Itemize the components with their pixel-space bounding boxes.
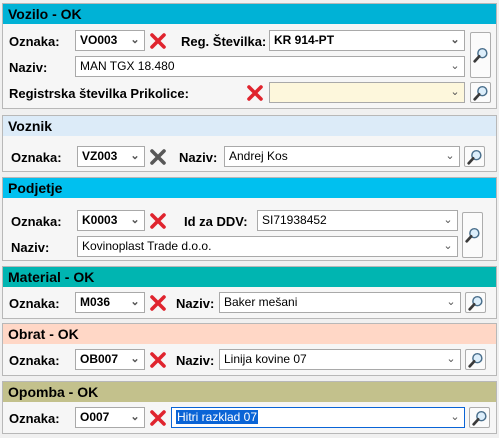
clear-x-icon[interactable] bbox=[149, 351, 167, 369]
chevron-down-icon[interactable]: ⌄ bbox=[441, 237, 455, 256]
vozilo-reg-value: KR 914-PT bbox=[274, 33, 335, 47]
vozilo-naziv-combo[interactable]: MAN TGX 18.480 ⌄ bbox=[75, 56, 465, 77]
search-icon bbox=[471, 409, 489, 427]
obrat-oznaka-label: Oznaka: bbox=[9, 353, 60, 368]
vozilo-oznaka-combo[interactable]: VO003 ⌄ bbox=[75, 30, 145, 51]
material-naziv-value: Baker mešani bbox=[224, 295, 298, 309]
material-naziv-combo[interactable]: Baker mešani ⌄ bbox=[219, 292, 461, 313]
podjetje-oznaka-combo[interactable]: K0003 ⌄ bbox=[77, 210, 145, 231]
prikolica-search-button[interactable] bbox=[470, 82, 491, 103]
vozilo-oznaka-value: VO003 bbox=[80, 33, 118, 47]
opomba-oznaka-value: O007 bbox=[80, 410, 110, 424]
chevron-down-icon[interactable]: ⌄ bbox=[128, 211, 142, 230]
podjetje-section: Podjetje Oznaka: K0003 ⌄ Id za DDV: SI71… bbox=[2, 177, 497, 261]
podjetje-search-button[interactable] bbox=[462, 212, 483, 258]
search-icon bbox=[464, 226, 482, 244]
clear-x-icon[interactable] bbox=[149, 409, 167, 427]
opomba-oznaka-combo[interactable]: O007 ⌄ bbox=[75, 407, 145, 428]
voznik-search-button[interactable] bbox=[464, 146, 485, 167]
chevron-down-icon[interactable]: ⌄ bbox=[128, 31, 142, 50]
vozilo-header: Vozilo - OK bbox=[3, 4, 496, 24]
material-oznaka-combo[interactable]: M036 ⌄ bbox=[75, 292, 145, 313]
podjetje-oznaka-label: Oznaka: bbox=[11, 214, 62, 229]
material-search-button[interactable] bbox=[465, 292, 486, 313]
chevron-down-icon[interactable]: ⌄ bbox=[128, 350, 142, 369]
chevron-down-icon[interactable]: ⌄ bbox=[448, 408, 462, 427]
voznik-header: Voznik bbox=[3, 116, 496, 136]
chevron-down-icon[interactable]: ⌄ bbox=[128, 293, 142, 312]
clear-x-icon[interactable] bbox=[246, 84, 264, 102]
obrat-header: Obrat - OK bbox=[3, 324, 496, 344]
podjetje-header: Podjetje bbox=[3, 178, 496, 198]
voznik-oznaka-label: Oznaka: bbox=[11, 150, 62, 165]
obrat-section: Obrat - OK Oznaka: OB007 ⌄ Naziv: Linija… bbox=[2, 323, 497, 376]
chevron-down-icon[interactable]: ⌄ bbox=[443, 147, 457, 166]
search-icon bbox=[466, 148, 484, 166]
chevron-down-icon[interactable]: ⌄ bbox=[441, 211, 455, 230]
clear-x-icon[interactable] bbox=[149, 212, 167, 230]
clear-x-icon[interactable] bbox=[149, 32, 167, 50]
material-oznaka-label: Oznaka: bbox=[9, 296, 60, 311]
podjetje-ddv-label: Id za DDV: bbox=[184, 214, 248, 229]
opomba-text-value[interactable]: Hitri razklad 07 bbox=[176, 410, 259, 424]
material-oznaka-value: M036 bbox=[80, 295, 111, 309]
vozilo-reg-label: Reg. Številka: bbox=[181, 34, 267, 49]
podjetje-naziv-value: Kovinoplast Trade d.o.o. bbox=[82, 239, 212, 253]
vozilo-reg-combo[interactable]: KR 914-PT ⌄ bbox=[269, 30, 465, 51]
opomba-section: Opomba - OK Oznaka: O007 ⌄ Hitri razklad… bbox=[2, 381, 497, 434]
podjetje-ddv-value: SI71938452 bbox=[262, 213, 327, 227]
podjetje-ddv-combo[interactable]: SI71938452 ⌄ bbox=[257, 210, 458, 231]
obrat-search-button[interactable] bbox=[465, 349, 486, 370]
chevron-down-icon[interactable]: ⌄ bbox=[128, 408, 142, 427]
opomba-oznaka-label: Oznaka: bbox=[9, 411, 60, 426]
search-icon bbox=[472, 84, 490, 102]
material-naziv-label: Naziv: bbox=[176, 296, 215, 311]
clear-x-icon[interactable] bbox=[149, 148, 167, 166]
obrat-oznaka-combo[interactable]: OB007 ⌄ bbox=[75, 349, 145, 370]
obrat-naziv-value: Linija kovine 07 bbox=[224, 352, 307, 366]
voznik-section: Voznik Oznaka: VZ003 ⌄ Naziv: Andrej Kos… bbox=[2, 115, 497, 172]
chevron-down-icon[interactable]: ⌄ bbox=[444, 350, 458, 369]
voznik-naziv-combo[interactable]: Andrej Kos ⌄ bbox=[224, 146, 460, 167]
chevron-down-icon[interactable]: ⌄ bbox=[128, 147, 142, 166]
opomba-search-button[interactable] bbox=[469, 407, 490, 428]
obrat-naziv-label: Naziv: bbox=[176, 353, 215, 368]
voznik-naziv-value: Andrej Kos bbox=[229, 149, 288, 163]
search-icon bbox=[467, 294, 485, 312]
opomba-text-combo[interactable]: Hitri razklad 07 ⌄ bbox=[171, 407, 465, 428]
chevron-down-icon[interactable]: ⌄ bbox=[448, 31, 462, 50]
obrat-oznaka-value: OB007 bbox=[80, 352, 119, 366]
search-icon bbox=[472, 46, 490, 64]
voznik-oznaka-combo[interactable]: VZ003 ⌄ bbox=[77, 146, 145, 167]
search-icon bbox=[467, 351, 485, 369]
podjetje-naziv-combo[interactable]: Kovinoplast Trade d.o.o. ⌄ bbox=[77, 236, 458, 257]
voznik-oznaka-value: VZ003 bbox=[82, 149, 118, 163]
vozilo-section: Vozilo - OK Oznaka: VO003 ⌄ Reg. Številk… bbox=[2, 3, 497, 109]
chevron-down-icon[interactable]: ⌄ bbox=[448, 57, 462, 76]
vozilo-prikolica-label: Registrska številka Prikolice: bbox=[9, 86, 189, 101]
chevron-down-icon[interactable]: ⌄ bbox=[444, 293, 458, 312]
voznik-naziv-label: Naziv: bbox=[179, 150, 218, 165]
vozilo-oznaka-label: Oznaka: bbox=[9, 34, 60, 49]
vozilo-naziv-value: MAN TGX 18.480 bbox=[80, 59, 175, 73]
opomba-header: Opomba - OK bbox=[3, 382, 496, 402]
obrat-naziv-combo[interactable]: Linija kovine 07 ⌄ bbox=[219, 349, 461, 370]
chevron-down-icon[interactable]: ⌄ bbox=[448, 83, 462, 102]
material-section: Material - OK Oznaka: M036 ⌄ Naziv: Bake… bbox=[2, 266, 497, 319]
clear-x-icon[interactable] bbox=[149, 294, 167, 312]
vozilo-naziv-label: Naziv: bbox=[9, 60, 48, 75]
vozilo-search-button[interactable] bbox=[470, 32, 491, 78]
podjetje-naziv-label: Naziv: bbox=[11, 240, 50, 255]
podjetje-oznaka-value: K0003 bbox=[82, 213, 118, 227]
vozilo-prikolica-combo[interactable]: ⌄ bbox=[269, 82, 465, 103]
material-header: Material - OK bbox=[3, 267, 496, 287]
